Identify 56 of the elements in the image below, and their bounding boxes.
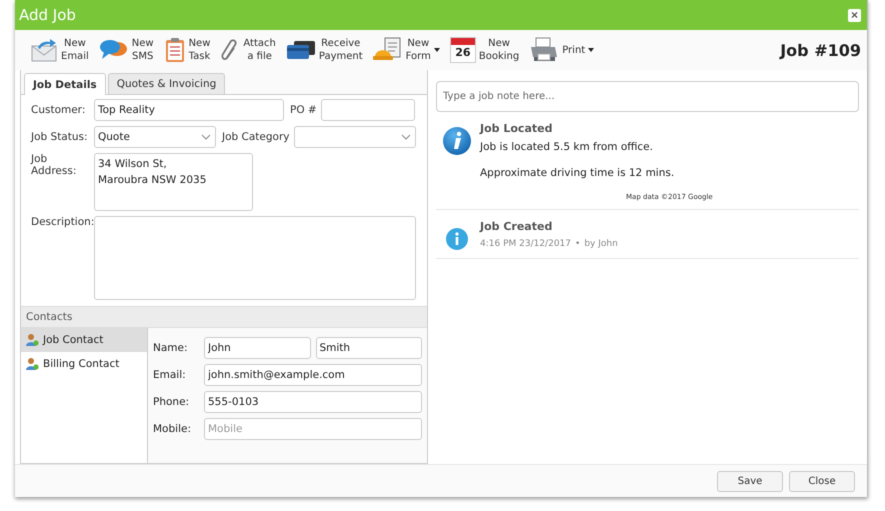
address-field[interactable]: 34 Wilson St, Maroubra NSW 2035 [94, 153, 253, 211]
hard-hat-clipboard-icon [372, 37, 403, 63]
po-number-field[interactable] [320, 99, 415, 121]
person-icon [25, 333, 39, 347]
toolbar-button[interactable]: Attach a file [217, 37, 279, 63]
description-field[interactable] [94, 216, 416, 300]
contact-item[interactable]: Job Contact [21, 328, 147, 352]
printer-icon [529, 37, 560, 63]
contact-field[interactable]: Mobile [204, 418, 422, 440]
field-label: Name: [153, 342, 189, 354]
tab[interactable]: Job Details [24, 73, 106, 95]
field-label: Job Category [222, 131, 290, 143]
field-label: Customer: [31, 104, 86, 116]
chevron-down-icon [201, 134, 211, 140]
field-label: Job Status: [31, 131, 89, 143]
contact-field[interactable]: 555-0103 [204, 391, 422, 413]
toolbar-button[interactable]: New SMS [96, 37, 157, 63]
customer-field[interactable]: Top Reality [94, 99, 284, 121]
window-title: Add Job [19, 6, 76, 24]
dialog-button[interactable]: Close [789, 470, 855, 492]
toolbar-button[interactable]: New Task [160, 37, 214, 63]
job-status-dropdown[interactable]: Quote [94, 126, 216, 148]
person-icon [25, 357, 39, 371]
event-time: 4:16 PM 23/12/2017 [480, 239, 571, 249]
job-number: Job #109 [780, 40, 861, 60]
calendar-icon: 26 [450, 37, 476, 63]
contact-field[interactable]: Smith [316, 337, 422, 359]
tab[interactable]: Quotes & Invoicing [108, 73, 226, 94]
field-label: PO # [290, 104, 317, 116]
chevron-down-icon [400, 134, 410, 140]
info-icon [442, 126, 472, 156]
envelope-icon [30, 38, 58, 62]
event-title: Job Located [480, 122, 554, 135]
field-label: Mobile: [153, 423, 192, 435]
field-label: Email: [153, 369, 187, 381]
event-author: by John [584, 239, 618, 249]
info-icon [446, 228, 468, 250]
toolbar-button[interactable]: New Form [370, 37, 443, 63]
job-category-dropdown[interactable] [294, 126, 416, 148]
dialog-button[interactable]: Save [717, 470, 783, 492]
chat-bubbles-icon [98, 38, 129, 62]
event-title: Job Created [480, 220, 554, 233]
section-header: Contacts [21, 307, 427, 328]
field-label: Job Address: [31, 153, 78, 177]
toolbar-button[interactable]: Receive Payment [282, 37, 366, 63]
contact-field[interactable]: john.smith@example.com [204, 364, 422, 386]
separator-dot: • [575, 239, 580, 249]
event-text: Job is located 5.5 km from office. [480, 141, 654, 153]
close-button[interactable]: × [848, 8, 861, 22]
toolbar-button[interactable]: New Email [27, 37, 92, 63]
credit-card-icon [286, 39, 316, 61]
event-text: Approximate driving time is 12 mins. [480, 167, 676, 179]
field-label: Phone: [153, 396, 190, 408]
note-field[interactable]: Type a job note here... [436, 81, 859, 112]
clipboard-icon [164, 37, 186, 63]
toolbar-button[interactable]: Print [526, 37, 598, 63]
